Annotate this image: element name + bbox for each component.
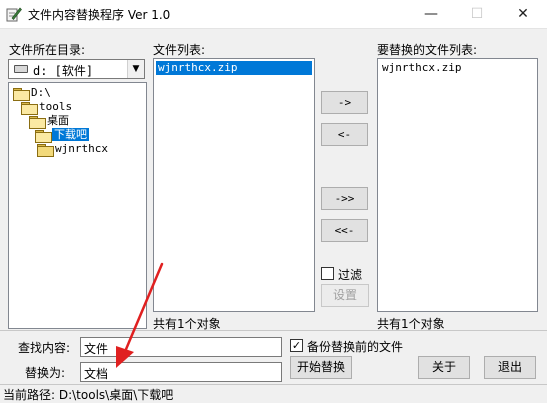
exit-button[interactable]: 退出 — [484, 356, 536, 379]
folder-open-icon — [35, 130, 52, 143]
dir-label: 文件所在目录: — [9, 43, 86, 57]
add-all-button[interactable]: ->> — [321, 187, 368, 210]
folder-open-icon — [13, 88, 30, 101]
tree-node-wjnrthcx[interactable]: wjnrthcx — [37, 142, 109, 157]
start-replace-button[interactable]: 开始替换 — [290, 356, 352, 379]
section-divider — [0, 330, 547, 331]
tree-node-xiazaiba[interactable]: 下载吧 — [35, 128, 89, 143]
filter-checkbox[interactable] — [321, 267, 334, 280]
find-label: 查找内容: — [18, 341, 71, 355]
add-selected-button[interactable]: -> — [321, 91, 368, 114]
remove-all-button[interactable]: <<- — [321, 219, 368, 242]
list-item[interactable]: wjnrthcx.zip — [380, 61, 463, 75]
file-list-label: 文件列表: — [153, 43, 206, 57]
annotation-arrow-icon — [116, 262, 164, 368]
folder-open-icon — [29, 116, 46, 129]
filter-label: 过滤 — [338, 268, 363, 282]
settings-button[interactable]: 设置 — [321, 284, 369, 307]
list-item[interactable]: wjnrthcx.zip — [156, 61, 312, 75]
about-button[interactable]: 关于 — [418, 356, 470, 379]
folder-icon — [37, 144, 54, 157]
target-list-label: 要替换的文件列表: — [377, 43, 478, 57]
drive-value: d: [软件] — [33, 64, 94, 78]
backup-checkbox[interactable]: ✓ — [290, 339, 303, 352]
remove-selected-button[interactable]: <- — [321, 123, 368, 146]
minimize-button[interactable]: — — [408, 0, 454, 28]
maximize-button[interactable]: ☐ — [454, 0, 500, 28]
window-title: 文件内容替换程序 Ver 1.0 — [28, 8, 171, 22]
current-path: 当前路径: D:\tools\桌面\下载吧 — [3, 388, 174, 402]
tree-node-tools[interactable]: tools — [21, 100, 73, 115]
replace-label: 替换为: — [25, 366, 66, 380]
drive-icon — [14, 65, 28, 73]
backup-label: 备份替换前的文件 — [307, 340, 404, 354]
target-file-list[interactable]: wjnrthcx.zip — [377, 58, 538, 312]
tree-node-desktop[interactable]: 桌面 — [29, 114, 70, 129]
app-pen-icon — [6, 7, 22, 22]
title-divider — [0, 28, 547, 29]
drive-select[interactable]: d: [软件] ▼ — [8, 59, 145, 79]
folder-open-icon — [21, 102, 38, 115]
tree-node-root[interactable]: D:\ — [13, 86, 52, 101]
chevron-down-icon[interactable]: ▼ — [127, 60, 144, 78]
close-button[interactable]: ✕ — [500, 0, 546, 28]
file-list[interactable]: wjnrthcx.zip — [153, 58, 315, 312]
